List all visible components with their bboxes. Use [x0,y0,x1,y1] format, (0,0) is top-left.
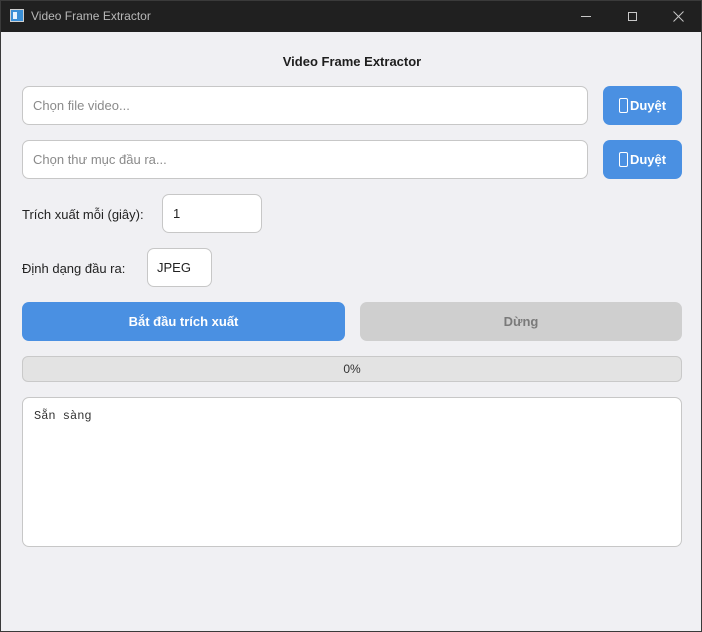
minimize-icon [581,16,591,17]
format-label: Định dạng đầu ra: [22,261,126,276]
start-extract-button[interactable]: Bắt đầu trích xuất [22,302,345,341]
stop-button[interactable]: Dừng [360,302,682,341]
progress-bar: 0% [22,356,682,382]
minimize-button[interactable] [563,1,609,32]
maximize-icon [627,12,637,21]
format-select[interactable]: JPEG [147,248,212,287]
window-title: Video Frame Extractor [31,9,151,23]
app-icon [10,9,24,22]
title-bar[interactable]: Video Frame Extractor [1,1,701,32]
interval-input[interactable] [162,194,262,233]
phone-icon [618,152,628,167]
progress-text: 0% [343,362,361,376]
browse-video-label: Duyệt [629,98,667,113]
close-button[interactable] [655,1,701,32]
maximize-button[interactable] [609,1,655,32]
browse-output-button[interactable]: Duyệt [603,140,682,179]
interval-label: Trích xuất mỗi (giây): [22,207,144,222]
video-file-input[interactable] [22,86,588,125]
close-icon [672,11,684,22]
page-title: Video Frame Extractor [282,54,422,69]
output-folder-input[interactable] [22,140,588,179]
app-window: Video Frame Extractor Video Frame Extrac… [0,0,702,632]
log-output[interactable]: Sẵn sàng [22,397,682,547]
browse-video-button[interactable]: Duyệt [603,86,682,125]
browse-output-label: Duyệt [629,152,667,167]
phone-icon [618,98,628,113]
